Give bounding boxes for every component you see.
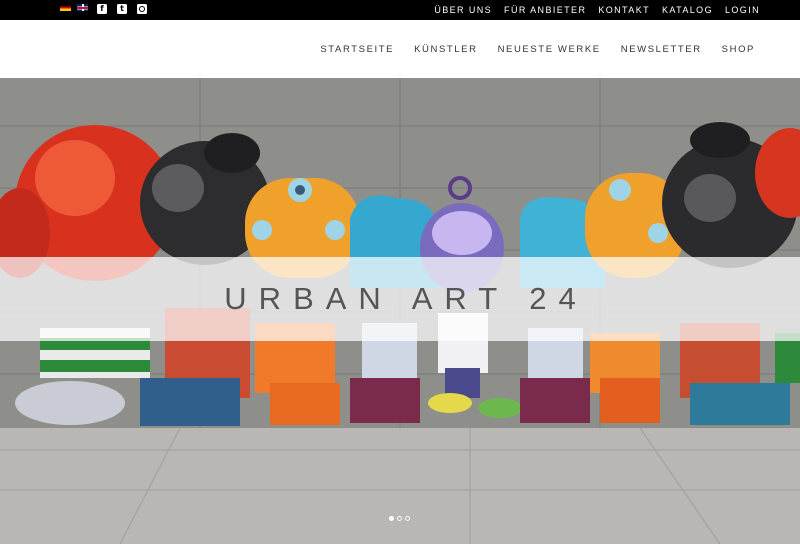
link-ueber-uns[interactable]: ÜBER UNS [434, 5, 492, 15]
social-links: f t [97, 4, 147, 14]
nav-shop[interactable]: SHOP [722, 44, 755, 55]
main-nav: STARTSEITE KÜNSTLER NEUESTE WERKE NEWSLE… [320, 20, 755, 78]
hero-banner: URBAN ART 24 [0, 257, 800, 341]
top-bar: f t ÜBER UNS FÜR ANBIETER KONTAKT KATALO… [0, 0, 800, 20]
slider-pagination [389, 516, 410, 521]
nav-neueste-werke[interactable]: NEUESTE WERKE [498, 44, 601, 55]
language-switcher [60, 4, 88, 11]
hero-title: URBAN ART 24 [224, 281, 588, 316]
site-header: STARTSEITE KÜNSTLER NEUESTE WERKE NEWSLE… [0, 20, 800, 78]
slider-dot-3[interactable] [405, 516, 410, 521]
link-fuer-anbieter[interactable]: FÜR ANBIETER [504, 5, 586, 15]
hero-slider[interactable]: URBAN ART 24 [0, 78, 800, 544]
nav-kuenstler[interactable]: KÜNSTLER [414, 44, 477, 55]
link-katalog[interactable]: KATALOG [662, 5, 713, 15]
link-kontakt[interactable]: KONTAKT [598, 5, 650, 15]
slider-dot-2[interactable] [397, 516, 402, 521]
link-login[interactable]: LOGIN [725, 5, 760, 15]
twitter-icon[interactable]: t [117, 4, 127, 14]
utility-nav: ÜBER UNS FÜR ANBIETER KONTAKT KATALOG LO… [434, 0, 760, 20]
de-flag-icon[interactable] [60, 4, 71, 11]
uk-flag-icon[interactable] [77, 4, 88, 11]
nav-startseite[interactable]: STARTSEITE [320, 44, 394, 55]
instagram-icon[interactable] [137, 4, 147, 14]
slider-dot-1[interactable] [389, 516, 394, 521]
facebook-icon[interactable]: f [97, 4, 107, 14]
page-bottom-strip [0, 544, 800, 550]
nav-newsletter[interactable]: NEWSLETTER [621, 44, 702, 55]
